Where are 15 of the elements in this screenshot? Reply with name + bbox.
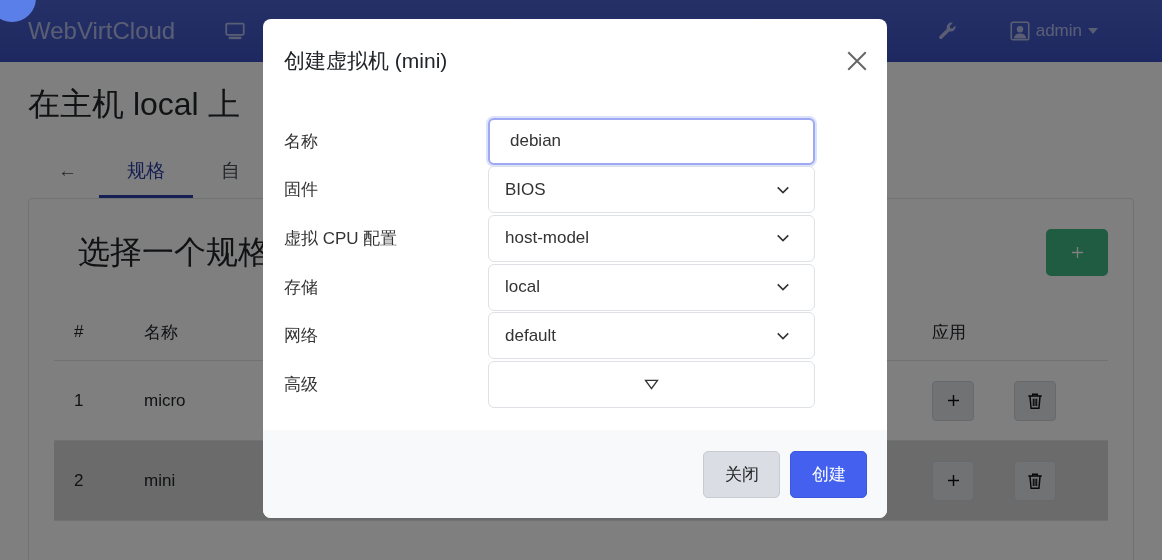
column-header: 名称	[144, 322, 178, 342]
field-label: 网络	[284, 325, 319, 348]
dialog-title: 创建虚拟机 (mini)	[284, 48, 448, 74]
field-label: 高级	[284, 373, 319, 396]
page-title: 在主机 local 上	[28, 85, 241, 124]
table-cell: mini	[144, 470, 176, 490]
table-cell: micro	[144, 390, 186, 410]
field-label: 虚拟 CPU 配置	[284, 228, 399, 250]
column-header: 应用	[932, 322, 966, 342]
table-cell: 1	[74, 390, 84, 410]
field-label: 固件	[284, 179, 319, 202]
field-label: 存储	[284, 276, 319, 299]
field-label: 名称	[284, 130, 319, 153]
column-header: #	[74, 322, 84, 341]
table-cell: 2	[74, 470, 84, 490]
